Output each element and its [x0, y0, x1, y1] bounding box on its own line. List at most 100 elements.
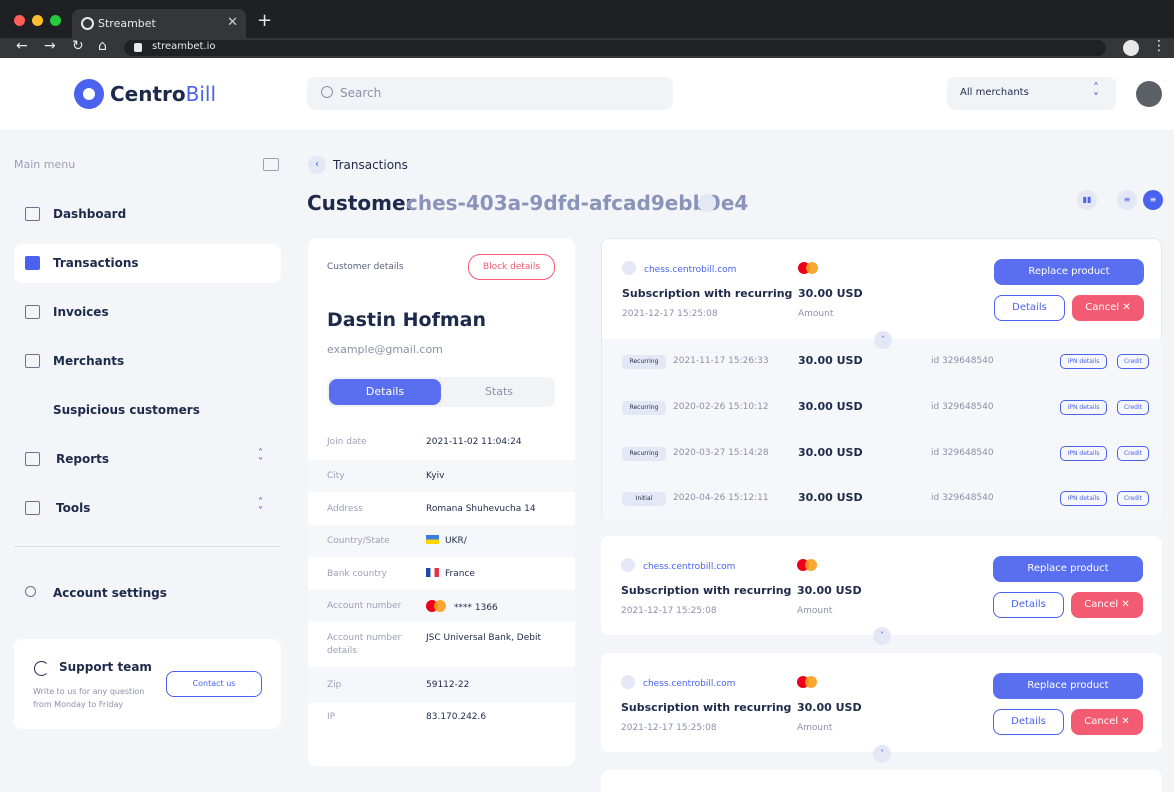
transaction-amount: 30.00 USD — [798, 287, 863, 300]
france-flag-icon — [426, 568, 439, 577]
contact-us-button[interactable]: Contact us — [166, 671, 262, 697]
sidebar-item-account-settings[interactable]: Account settings — [14, 574, 281, 613]
transactions-icon — [25, 256, 40, 270]
url-bar[interactable]: streambet.io — [124, 40, 1106, 56]
detail-key: Bank country — [327, 569, 387, 579]
globe-icon — [621, 558, 635, 572]
back-icon[interactable]: ← — [16, 38, 28, 54]
block-details-button[interactable]: Block details — [468, 254, 555, 280]
minimize-window-icon[interactable] — [32, 15, 43, 26]
merchant-select[interactable]: All merchants ˄ ˅ — [947, 77, 1116, 110]
home-icon[interactable]: ⌂ — [98, 38, 107, 54]
new-tab-button[interactable]: + — [257, 10, 272, 31]
transaction-card: chess.centrobill.com Subscription with r… — [601, 653, 1162, 752]
sub-transaction-row: Initial 2020-04-26 15:12:11 30.00 USD id… — [602, 476, 1163, 522]
tab-stats[interactable]: Stats — [443, 379, 555, 405]
sidebar-item-transactions[interactable]: Transactions — [14, 244, 281, 283]
detail-row: Address Romana Shuhevucha 14 — [308, 503, 575, 525]
collapse-chevron-icon[interactable]: ˄ — [874, 331, 892, 349]
transaction-site[interactable]: chess.centrobill.com — [621, 675, 735, 689]
select-chevron-icon: ˄ ˅ — [1093, 81, 1099, 105]
detail-key: Account number — [327, 601, 402, 611]
copy-icon[interactable] — [698, 194, 716, 212]
transaction-site-text: chess.centrobill.com — [644, 265, 737, 275]
expand-chevron-icon[interactable]: ˄ ˅ — [258, 449, 263, 468]
breadcrumb[interactable]: Transactions — [333, 158, 408, 172]
logo-text-b: Bill — [185, 82, 217, 106]
collapse-sidebar-icon[interactable] — [263, 158, 279, 171]
replace-product-button[interactable]: Replace product — [993, 556, 1143, 582]
close-window-icon[interactable] — [14, 15, 25, 26]
profile-icon[interactable] — [1123, 40, 1139, 56]
replace-product-button[interactable]: Replace product — [994, 259, 1144, 285]
transaction-date: 2021-12-17 15:25:08 — [621, 723, 717, 733]
browser-tab[interactable]: Streambet ✕ — [72, 9, 246, 39]
invoices-icon — [25, 305, 40, 319]
detail-row: Account number **** 1366 — [308, 590, 575, 622]
expand-chevron-icon[interactable]: ˅ — [873, 627, 891, 645]
sidebar-item-label: Merchants — [53, 354, 125, 368]
warning-icon — [25, 403, 40, 417]
tab-details[interactable]: Details — [329, 379, 441, 405]
cancel-button[interactable]: Cancel ✕ — [1071, 592, 1143, 618]
back-button[interactable]: ‹ — [308, 156, 326, 174]
list-view-icon[interactable]: ≡ — [1117, 190, 1137, 210]
details-button[interactable]: Details — [993, 709, 1064, 735]
credit-button[interactable]: Credit — [1117, 400, 1149, 415]
customer-details-label: Customer details — [327, 262, 404, 272]
logo[interactable]: Centro Bill — [74, 79, 216, 109]
credit-button[interactable]: Credit — [1117, 491, 1149, 506]
detail-value-text: France — [445, 569, 475, 579]
kebab-menu-icon[interactable]: ⋮ — [1152, 38, 1166, 54]
ipn-details-button[interactable]: IPN details — [1060, 491, 1107, 506]
customer-id: ches-403a-9dfd-afcad9ebb9e4 — [406, 191, 749, 215]
detail-value-text: UKR/ — [445, 536, 467, 546]
forward-icon[interactable]: → — [44, 38, 56, 54]
browser-chrome: Streambet ✕ + ← → ↻ ⌂ streambet.io ⋮ — [0, 0, 1174, 58]
detail-value: 83.170.242.6 — [426, 712, 487, 722]
transaction-card: chess.centrobill.com Subscription with r… — [601, 238, 1163, 522]
details-button[interactable]: Details — [993, 592, 1064, 618]
search-input[interactable]: Search — [307, 77, 673, 110]
detail-value: JSC Universal Bank, Debit — [426, 633, 541, 643]
detail-key: Address — [327, 504, 363, 514]
transaction-type-badge: Recurring — [622, 355, 666, 369]
expand-chevron-icon[interactable]: ˅ — [873, 745, 891, 763]
close-tab-icon[interactable]: ✕ — [227, 15, 238, 30]
sidebar-item-reports[interactable]: Reports ˄ ˅ — [14, 440, 281, 479]
ipn-details-button[interactable]: IPN details — [1060, 400, 1107, 415]
customer-card: Customer details Block details Dastin Ho… — [308, 238, 575, 766]
sidebar-item-invoices[interactable]: Invoices — [14, 293, 281, 332]
credit-button[interactable]: Credit — [1117, 354, 1149, 369]
transaction-amount-label: Amount — [797, 606, 833, 616]
sidebar-item-tools[interactable]: Tools ˄ ˅ — [14, 489, 281, 528]
cancel-button[interactable]: Cancel ✕ — [1072, 295, 1144, 321]
detail-row: Join date 2021-11-02 11:04:24 — [308, 436, 575, 458]
lock-icon — [134, 43, 142, 52]
replace-product-button[interactable]: Replace product — [993, 673, 1143, 699]
ipn-details-button[interactable]: IPN details — [1060, 446, 1107, 461]
maximize-window-icon[interactable] — [50, 15, 61, 26]
nav-row: ← → ↻ ⌂ streambet.io ⋮ — [0, 38, 1174, 58]
detail-key: Account number details — [327, 633, 402, 656]
expand-chevron-icon[interactable]: ˄ ˅ — [258, 498, 263, 517]
tools-icon — [25, 501, 40, 515]
account-settings-icon — [25, 586, 36, 597]
logo-icon — [74, 79, 104, 109]
cancel-button[interactable]: Cancel ✕ — [1071, 709, 1143, 735]
sidebar-item-suspicious-customers[interactable]: Suspicious customers — [14, 391, 281, 430]
avatar[interactable] — [1136, 81, 1162, 107]
transaction-site[interactable]: chess.centrobill.com — [622, 261, 736, 275]
ipn-details-button[interactable]: IPN details — [1060, 354, 1107, 369]
credit-button[interactable]: Credit — [1117, 446, 1149, 461]
details-button[interactable]: Details — [994, 295, 1065, 321]
detail-row: Zip 59112-22 — [308, 667, 575, 703]
chart-view-icon[interactable]: ▮▮ — [1077, 190, 1097, 210]
sidebar-divider — [14, 546, 281, 547]
detail-view-icon[interactable]: ≡ — [1143, 190, 1163, 210]
sidebar-item-merchants[interactable]: Merchants — [14, 342, 281, 381]
transaction-site[interactable]: chess.centrobill.com — [621, 558, 735, 572]
support-title: Support team — [59, 660, 152, 674]
sidebar-item-dashboard[interactable]: Dashboard — [14, 195, 281, 234]
reload-icon[interactable]: ↻ — [72, 38, 84, 54]
